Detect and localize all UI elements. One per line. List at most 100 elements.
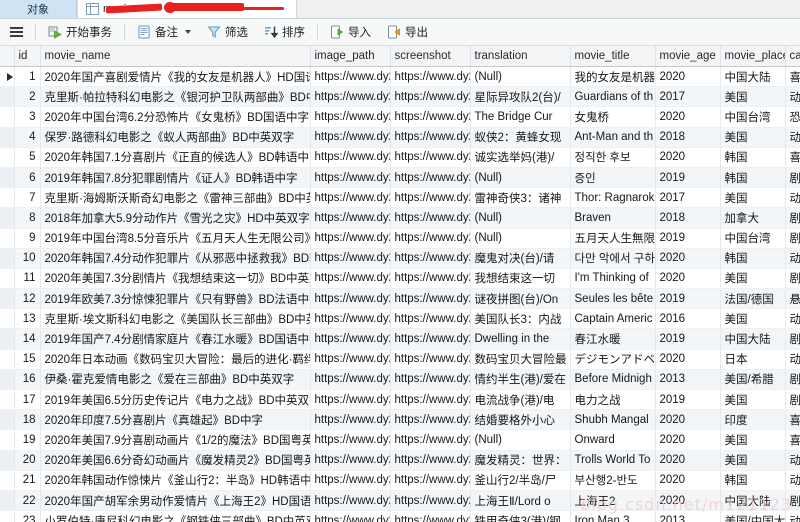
row-gutter[interactable] bbox=[0, 490, 15, 512]
cell-translation[interactable]: 铁甲奇侠3(港)/钢 bbox=[470, 510, 571, 522]
cell-translation[interactable]: 釜山行2/半岛/尸 bbox=[470, 470, 571, 491]
row-gutter[interactable] bbox=[0, 349, 15, 370]
cell-id[interactable]: 7 bbox=[14, 187, 41, 209]
table-row[interactable]: 192020年美国7.9分喜剧动画片《1/2的魔法》BD国粤英三语中https:… bbox=[0, 429, 800, 451]
cell-movie-place[interactable]: 美国 bbox=[720, 187, 786, 209]
cell-cat[interactable]: 动画 bbox=[785, 450, 800, 471]
cell-movie-age[interactable]: 2020 bbox=[655, 470, 721, 491]
cell-image-path[interactable]: https://www.dy2 bbox=[310, 470, 391, 491]
row-gutter[interactable] bbox=[0, 450, 15, 471]
cell-cat[interactable]: 动作 bbox=[785, 470, 800, 491]
cell-movie-age[interactable]: 2017 bbox=[655, 86, 721, 108]
cell-id[interactable]: 18 bbox=[14, 409, 41, 431]
cell-translation[interactable]: 蚁侠2：黄蜂女现 bbox=[470, 127, 571, 148]
cell-movie-age[interactable]: 2019 bbox=[655, 389, 721, 411]
cell-movie-age[interactable]: 2019 bbox=[655, 288, 721, 310]
cell-movie-place[interactable]: 美国 bbox=[720, 268, 786, 290]
cell-id[interactable]: 17 bbox=[14, 389, 41, 411]
column-header-image-path[interactable]: image_path bbox=[310, 46, 391, 67]
cell-image-path[interactable]: https://www.dy2 bbox=[310, 490, 391, 512]
cell-movie-place[interactable]: 印度 bbox=[720, 409, 786, 431]
column-header-movie-place[interactable]: movie_place bbox=[720, 46, 786, 67]
cell-translation[interactable]: The Bridge Cur bbox=[470, 106, 571, 128]
chevron-down-icon[interactable] bbox=[185, 30, 191, 34]
cell-movie-place[interactable]: 美国 bbox=[720, 389, 786, 411]
cell-translation[interactable]: (Null) bbox=[470, 66, 571, 88]
cell-cat[interactable]: 恐怖 bbox=[785, 106, 800, 128]
column-header-movie-name[interactable]: movie_name bbox=[40, 46, 311, 67]
cell-movie-age[interactable]: 2019 bbox=[655, 328, 721, 350]
column-header-movie-age[interactable]: movie_age bbox=[655, 46, 721, 67]
row-gutter[interactable] bbox=[0, 409, 15, 431]
cell-translation[interactable]: 上海王Ⅱ/Lord o bbox=[470, 490, 571, 512]
cell-movie-name[interactable]: 2020年美国6.6分奇幻动画片《魔发精灵2》BD国粤英三语中 bbox=[40, 450, 311, 471]
cell-translation[interactable]: 魔发精灵：世界： bbox=[470, 450, 571, 471]
cell-id[interactable]: 22 bbox=[14, 490, 41, 512]
cell-image-path[interactable]: https://www.dy2 bbox=[310, 450, 391, 471]
cell-translation[interactable]: (Null) bbox=[470, 207, 571, 229]
cell-movie-age[interactable]: 2020 bbox=[655, 490, 721, 512]
cell-id[interactable]: 21 bbox=[14, 470, 41, 491]
cell-translation[interactable]: 电流战争(港)/电 bbox=[470, 389, 571, 411]
cell-movie-title[interactable]: Seules les bête bbox=[570, 288, 656, 310]
cell-movie-age[interactable]: 2020 bbox=[655, 349, 721, 370]
cell-image-path[interactable]: https://www.dy2 bbox=[310, 127, 391, 148]
cell-id[interactable]: 3 bbox=[14, 106, 41, 128]
cell-movie-place[interactable]: 美国 bbox=[720, 308, 786, 330]
cell-image-path[interactable]: https://www.dy2 bbox=[310, 86, 391, 108]
note-button[interactable]: 备注 bbox=[129, 20, 199, 44]
cell-movie-age[interactable]: 2013 bbox=[655, 369, 721, 391]
import-button[interactable]: 导入 bbox=[322, 20, 379, 44]
sort-button[interactable]: 排序 bbox=[256, 20, 313, 44]
cell-screenshot[interactable]: https://www.dy20 bbox=[390, 450, 471, 471]
cell-image-path[interactable]: https://www.dy2 bbox=[310, 207, 391, 229]
cell-movie-age[interactable]: 2013 bbox=[655, 510, 721, 522]
cell-movie-title[interactable]: Trolls World To bbox=[570, 450, 656, 471]
cell-movie-age[interactable]: 2020 bbox=[655, 268, 721, 290]
cell-image-path[interactable]: https://www.dy2 bbox=[310, 106, 391, 128]
cell-image-path[interactable]: https://www.dy2 bbox=[310, 328, 391, 350]
cell-image-path[interactable]: https://www.dy2 bbox=[310, 187, 391, 209]
cell-movie-place[interactable]: 法国/德国 bbox=[720, 288, 786, 310]
column-header-translation[interactable]: translation bbox=[470, 46, 571, 67]
cell-movie-title[interactable]: Iron Man 3 bbox=[570, 510, 656, 522]
cell-screenshot[interactable]: https://www.dy20 bbox=[390, 429, 471, 451]
cell-screenshot[interactable]: https://www.dy20 bbox=[390, 490, 471, 512]
cell-movie-place[interactable]: 日本 bbox=[720, 349, 786, 370]
cell-id[interactable]: 19 bbox=[14, 429, 41, 451]
cell-translation[interactable]: 魔鬼对决(台)/请 bbox=[470, 248, 571, 269]
row-gutter[interactable] bbox=[0, 127, 15, 148]
table-row[interactable]: 2克里斯·帕拉特科幻电影之《银河护卫队两部曲》BD中英双字https://www… bbox=[0, 86, 800, 108]
cell-movie-place[interactable]: 美国 bbox=[720, 450, 786, 471]
export-button[interactable]: 导出 bbox=[379, 20, 436, 44]
table-row[interactable]: 14 2019年国产7.4分剧情家庭片《春江水暖》BD国语中字 https://ww… bbox=[0, 328, 800, 350]
cell-movie-name[interactable]: 小罗伯特·唐尼科幻电影之《钢铁侠三部曲》BD中英双字 bbox=[40, 510, 311, 522]
cell-image-path[interactable]: https://www.dy2 bbox=[310, 349, 391, 370]
row-gutter[interactable] bbox=[0, 207, 15, 229]
filter-button[interactable]: 筛选 bbox=[199, 20, 256, 44]
cell-translation[interactable]: 星际异攻队2(台)/ bbox=[470, 86, 571, 108]
cell-screenshot[interactable]: https://www.dy20 bbox=[390, 510, 471, 522]
cell-id[interactable]: 16 bbox=[14, 369, 41, 391]
cell-id[interactable]: 6 bbox=[14, 167, 41, 189]
cell-id[interactable]: 2 bbox=[14, 86, 41, 108]
cell-image-path[interactable]: https://www.dy2 bbox=[310, 308, 391, 330]
cell-image-path[interactable]: https://www.dy2 bbox=[310, 288, 391, 310]
cell-screenshot[interactable]: https://www.dy20 bbox=[390, 369, 471, 391]
cell-id[interactable]: 23 bbox=[14, 510, 41, 522]
cell-id[interactable]: 12 bbox=[14, 288, 41, 310]
cell-movie-age[interactable]: 2019 bbox=[655, 228, 721, 249]
cell-movie-title[interactable]: 증인 bbox=[570, 167, 656, 189]
cell-movie-title[interactable]: I'm Thinking of bbox=[570, 268, 656, 290]
cell-screenshot[interactable]: https://www.dy20 bbox=[390, 66, 471, 88]
cell-movie-name[interactable]: 2020年国产喜剧爱情片《我的女友是机器人》HD国语中字 bbox=[40, 66, 311, 88]
row-gutter[interactable] bbox=[0, 167, 15, 189]
cell-movie-name[interactable]: 2020年韩国动作惊悚片《釜山行2：半岛》HD韩语中字 bbox=[40, 470, 311, 491]
cell-cat[interactable]: 剧情 bbox=[785, 207, 800, 229]
cell-screenshot[interactable]: https://www.dy20 bbox=[390, 86, 471, 108]
cell-id[interactable]: 5 bbox=[14, 147, 41, 168]
cell-id[interactable]: 9 bbox=[14, 228, 41, 249]
cell-movie-name[interactable]: 2020年印度7.5分喜剧片《真雄起》BD中字 bbox=[40, 409, 311, 431]
cell-cat[interactable]: 喜剧 bbox=[785, 429, 800, 451]
cell-translation[interactable]: (Null) bbox=[470, 429, 571, 451]
